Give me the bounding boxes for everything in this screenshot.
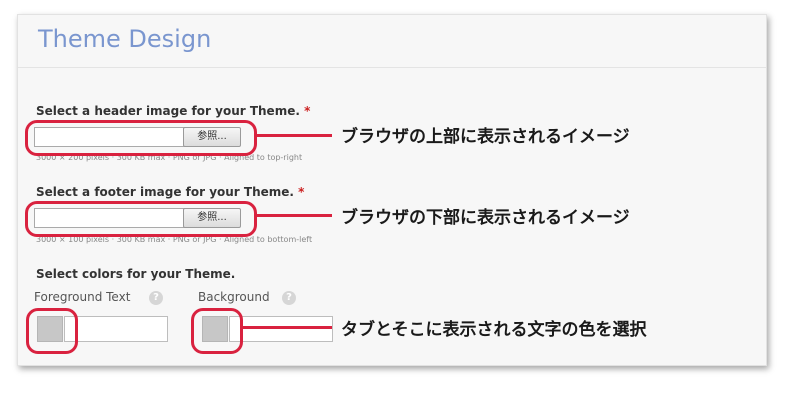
- background-callout-ring: [191, 308, 243, 354]
- page-title: Theme Design: [38, 25, 212, 53]
- colors-callout-line: [240, 326, 332, 329]
- header-callout-line: [254, 134, 332, 137]
- foreground-color-field[interactable]: [64, 316, 168, 342]
- header-image-label-text: Select a header image for your Theme.: [36, 104, 300, 118]
- required-mark: *: [298, 185, 305, 199]
- required-mark: *: [304, 104, 311, 118]
- footer-callout-line: [254, 214, 332, 217]
- header-callout-text: ブラウザの上部に表示されるイメージ: [341, 127, 630, 147]
- colors-callout-text: タブとそこに表示される文字の色を選択: [341, 320, 647, 340]
- foreground-text-label: Foreground Text: [34, 290, 131, 304]
- header-callout-ring: [25, 120, 257, 156]
- footer-image-label-text: Select a footer image for your Theme.: [36, 185, 294, 199]
- foreground-callout-ring: [26, 308, 78, 354]
- foreground-help-icon[interactable]: ?: [149, 291, 163, 305]
- background-label: Background: [198, 290, 270, 304]
- background-color-field[interactable]: [229, 316, 333, 342]
- background-help-icon[interactable]: ?: [282, 291, 296, 305]
- colors-label: Select colors for your Theme.: [36, 267, 236, 281]
- footer-image-label: Select a footer image for your Theme. *: [36, 185, 304, 199]
- title-divider: [18, 67, 766, 68]
- footer-callout-text: ブラウザの下部に表示されるイメージ: [341, 208, 630, 228]
- footer-callout-ring: [25, 201, 257, 237]
- header-image-label: Select a header image for your Theme. *: [36, 104, 310, 118]
